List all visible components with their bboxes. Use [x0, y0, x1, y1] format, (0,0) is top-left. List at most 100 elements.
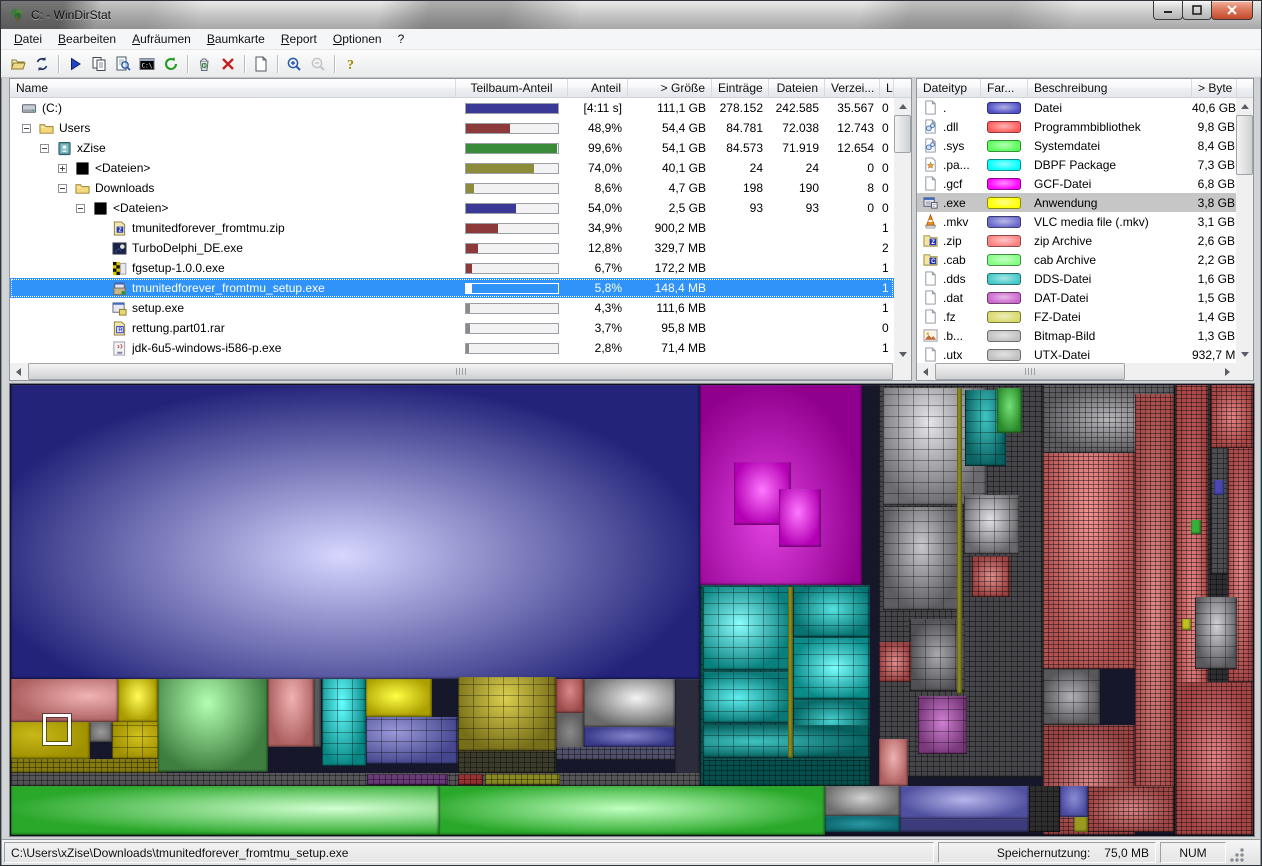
close-button[interactable]	[1211, 1, 1253, 20]
treemap-block-magenta-bright-2[interactable]	[779, 489, 821, 548]
treemap-block-yellow-1[interactable]	[118, 679, 158, 722]
treemap-block-cyan-2[interactable]	[793, 587, 870, 637]
tree-row[interactable]: Downloads8,6%4,7 GB19819080	[10, 178, 894, 198]
treemap-block-cyan-6[interactable]	[703, 725, 871, 758]
treemap-block-blue-strip-1[interactable]	[584, 727, 676, 748]
scroll-left-icon[interactable]	[10, 363, 27, 380]
treemap-block-cyan-4[interactable]	[703, 672, 790, 723]
treemap-block-olive-1[interactable]	[458, 677, 556, 752]
scroll-thumb[interactable]	[935, 363, 1125, 380]
column-header-l[interactable]: L	[880, 79, 894, 97]
column-header-far[interactable]: Far...	[981, 79, 1028, 97]
tree-row[interactable]: (C:)[4:11 s]111,1 GB278.152242.58535.567…	[10, 98, 894, 118]
treemap-block-gray-in-red[interactable]	[1043, 669, 1100, 725]
treemap-block-green-strip-1[interactable]	[11, 786, 439, 835]
tree-row[interactable]: tmunitedforever_fromtmu_setup.exe5,8%148…	[10, 278, 894, 298]
tree-row[interactable]: xZise99,6%54,1 GB84.57371.91912.6540	[10, 138, 894, 158]
copy-icon[interactable]	[87, 52, 111, 75]
title-bar[interactable]: C: - WinDirStat	[1, 1, 1261, 29]
scroll-thumb[interactable]	[28, 363, 893, 380]
treemap-block-dark-bottom[interactable]	[1029, 786, 1060, 832]
treemap-block-speck-yellow[interactable]	[1182, 619, 1191, 630]
column-header-dateien[interactable]: Dateien	[769, 79, 825, 97]
filetype-row[interactable]: .pa...DBPF Package7,3 GB	[917, 155, 1236, 174]
filetype-row[interactable]: .utxUTX-Datei932,7 MB	[917, 345, 1236, 363]
treemap-block-blue-bottom-3[interactable]	[1060, 786, 1087, 817]
treemap[interactable]	[11, 385, 1253, 835]
scroll-thumb[interactable]	[894, 115, 911, 153]
treemap-block-speck-red[interactable]	[458, 774, 483, 786]
treemap-block-red-small-1[interactable]	[972, 556, 1009, 597]
menu-item-aufrumen[interactable]: Aufräumen	[124, 30, 199, 48]
treemap-block-green-small[interactable]	[997, 388, 1022, 433]
collapse-icon[interactable]	[22, 124, 31, 133]
treemap-block-bluepurple-strip[interactable]	[900, 786, 1029, 819]
resize-grip[interactable]	[1230, 848, 1245, 863]
new-doc-icon[interactable]	[249, 52, 273, 75]
filetype-row[interactable]: .gcfGCF-Datei6,8 GB	[917, 174, 1236, 193]
tree-vertical-scrollbar[interactable]	[894, 98, 911, 363]
treemap-block-yellow-noise[interactable]	[11, 759, 166, 773]
refresh-all-icon[interactable]	[30, 52, 54, 75]
treemap-block-dark-olive-under[interactable]	[458, 751, 556, 773]
treemap-block-speck-purple[interactable]	[367, 774, 448, 786]
filetype-row[interactable]: .b...Bitmap-Bild1,3 GB	[917, 326, 1236, 345]
treemap-block-red-3[interactable]	[556, 679, 583, 713]
column-header-einträge[interactable]: Einträge	[712, 79, 769, 97]
menu-item-baumkarte[interactable]: Baumkarte	[199, 30, 273, 48]
filetype-row[interactable]: .exeAnwendung3,8 GB	[917, 193, 1236, 212]
tree-row[interactable]: TurboDelphi_DE.exe12,8%329,7 MB2	[10, 238, 894, 258]
treemap-block-purple-small[interactable]	[918, 696, 968, 755]
treemap-block-gray-col-1[interactable]	[314, 679, 321, 747]
treemap-block-dark-col-2[interactable]	[675, 679, 700, 786]
menu-item-?[interactable]: ?	[390, 30, 413, 48]
zoom-in-icon[interactable]	[282, 52, 306, 75]
treemap-block-bluepurple-strip-2[interactable]	[900, 819, 1029, 832]
types-vertical-scrollbar[interactable]	[1236, 98, 1253, 363]
maximize-button[interactable]	[1182, 1, 1212, 20]
filetype-row[interactable]: .Datei40,6 GB	[917, 98, 1236, 117]
recycle-bin-icon[interactable]	[192, 52, 216, 75]
treemap-block-speck-green[interactable]	[1191, 520, 1201, 534]
scroll-left-icon[interactable]	[917, 363, 934, 380]
treemap-block-green-strip-2[interactable]	[439, 786, 824, 835]
tree-row[interactable]: <Dateien>74,0%40,1 GB242400	[10, 158, 894, 178]
column-header-dateityp[interactable]: Dateityp	[917, 79, 981, 97]
treemap-block-teal-bottom-1[interactable]	[825, 816, 901, 832]
treemap-block-cyan-7[interactable]	[703, 759, 871, 786]
menu-item-bearbeiten[interactable]: Bearbeiten	[50, 30, 124, 48]
open-folder-icon[interactable]	[6, 52, 30, 75]
treemap-block-yellow-3[interactable]	[366, 679, 432, 717]
filetype-row[interactable]: .mkvVLC media file (.mkv)3,1 GB	[917, 212, 1236, 231]
filetype-row[interactable]: .ddsDDS-Datei1,6 GB	[917, 269, 1236, 288]
treemap-block-farright-red-4[interactable]	[1176, 682, 1253, 835]
search-doc-icon[interactable]	[111, 52, 135, 75]
tree-row[interactable]: fgsetup-1.0.0.exe6,7%172,2 MB1	[10, 258, 894, 278]
treemap-block-red-col-1[interactable]	[1043, 453, 1135, 669]
scroll-up-icon[interactable]	[1236, 98, 1253, 115]
filetype-row[interactable]: .fzFZ-Datei1,4 GB	[917, 307, 1236, 326]
treemap-block-yellow-divider[interactable]	[957, 388, 961, 694]
treemap-block-gray-bottom-1[interactable]	[825, 786, 901, 816]
filetype-row[interactable]: C.cabcab Archive2,2 GB	[917, 250, 1236, 269]
treemap-block-farright-gray-1[interactable]	[1211, 448, 1228, 574]
column-header-teilbaumanteil[interactable]: Teilbaum-Anteil	[456, 79, 568, 97]
scroll-thumb[interactable]	[1236, 115, 1253, 175]
column-header-name[interactable]: Name	[10, 79, 456, 97]
tree-row[interactable]: jdk-6u5-windows-i586-p.exe2,8%71,4 MB1	[10, 338, 894, 358]
treemap-block-speck-yellow-2[interactable]	[485, 774, 560, 786]
tree-row[interactable]: Ztmunitedforever_fromtmu.zip34,9%900,2 M…	[10, 218, 894, 238]
column-header-byte[interactable]: > Byte	[1192, 79, 1237, 97]
treemap-block-blue-main[interactable]	[11, 385, 700, 679]
column-header-anteil[interactable]: Anteil	[568, 79, 628, 97]
tree-row[interactable]: <Dateien>54,0%2,5 GB939300	[10, 198, 894, 218]
column-header-gröe[interactable]: > Größe	[628, 79, 712, 97]
command-prompt-icon[interactable]: C:\	[135, 52, 159, 75]
treemap-block-olive-divider[interactable]	[788, 587, 793, 758]
scroll-down-icon[interactable]	[1236, 346, 1253, 363]
menu-item-datei[interactable]: Datei	[6, 30, 50, 48]
tree-row[interactable]: Rrettung.part01.rar3,7%95,8 MB0	[10, 318, 894, 338]
treemap-block-farright-gray-2[interactable]	[1195, 597, 1237, 669]
scroll-down-icon[interactable]	[894, 346, 911, 363]
scroll-right-icon[interactable]	[1219, 363, 1236, 380]
